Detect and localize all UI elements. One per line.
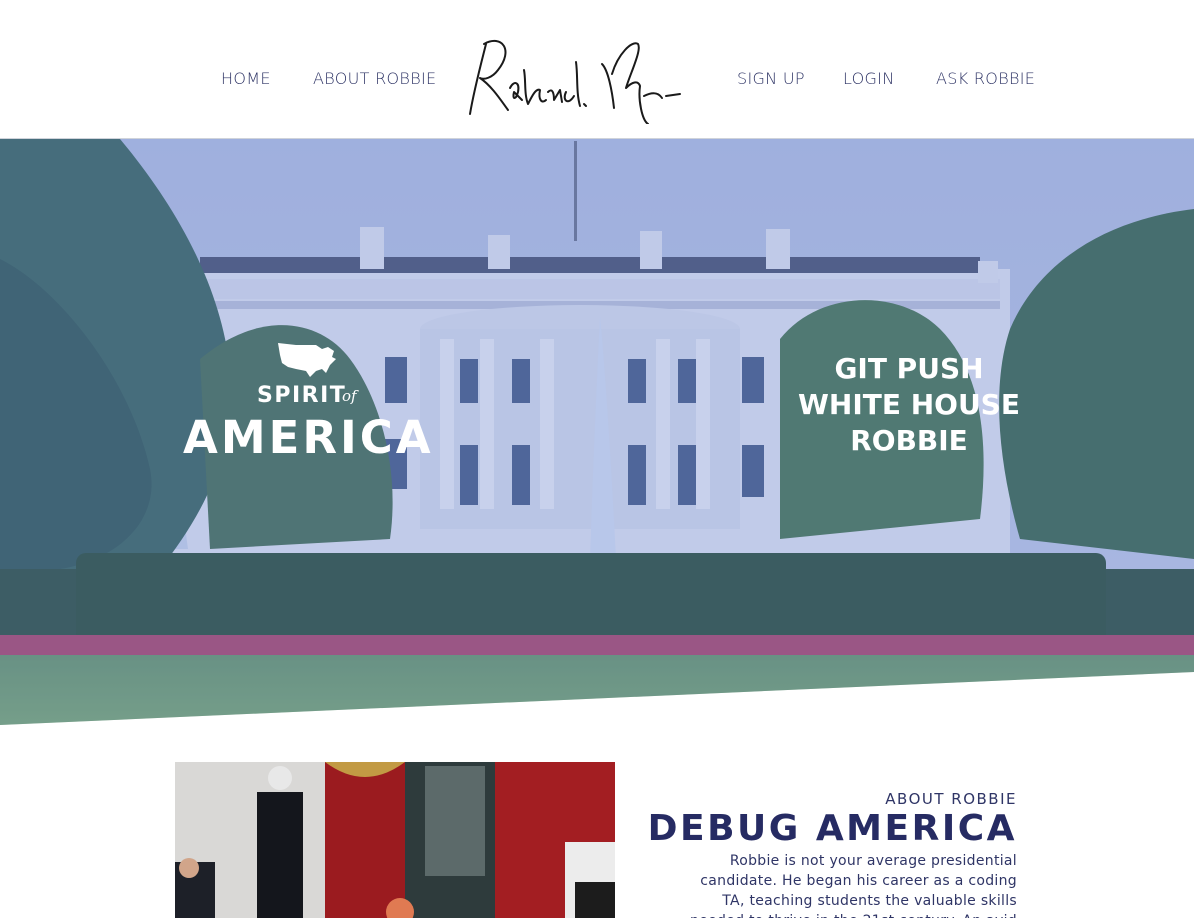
logo-of-text: of xyxy=(342,387,357,405)
signature-logo[interactable] xyxy=(462,30,692,124)
nav-ask-link[interactable]: ASK ROBBIE xyxy=(936,69,1035,88)
spirit-of-america-logo: SPIRIT of AMERICA xyxy=(180,339,440,469)
logo-america-text: AMERICA xyxy=(183,411,434,464)
nav-about-link[interactable]: ABOUT ROBBIE xyxy=(313,69,436,88)
nav-signup-link[interactable]: SIGN UP xyxy=(737,69,805,88)
logo-spirit-text: SPIRIT xyxy=(257,383,347,408)
site-header: HOME ABOUT ROBBIE SIGN UP LOGIN ASK ROBB… xyxy=(0,0,1194,139)
nav-home-link[interactable]: HOME xyxy=(221,69,271,88)
about-body-text: Robbie is not your average presidential … xyxy=(690,853,1017,918)
hero-banner: SPIRIT of AMERICA GIT PUSH WHITE HOUSE R… xyxy=(0,139,1194,725)
usa-map-icon xyxy=(278,343,336,377)
inauguration-photo xyxy=(175,762,615,918)
slogan-line-2: WHITE HOUSE xyxy=(798,388,1020,421)
about-kicker: ABOUT ROBBIE xyxy=(885,790,1017,808)
nav-login-link[interactable]: LOGIN xyxy=(843,69,895,88)
slogan-line-1: GIT PUSH xyxy=(834,352,984,385)
about-title: DEBUG AMERICA xyxy=(647,808,1017,849)
hero-slogan: GIT PUSH WHITE HOUSE ROBBIE xyxy=(790,351,1028,459)
slogan-line-3: ROBBIE xyxy=(850,424,968,457)
